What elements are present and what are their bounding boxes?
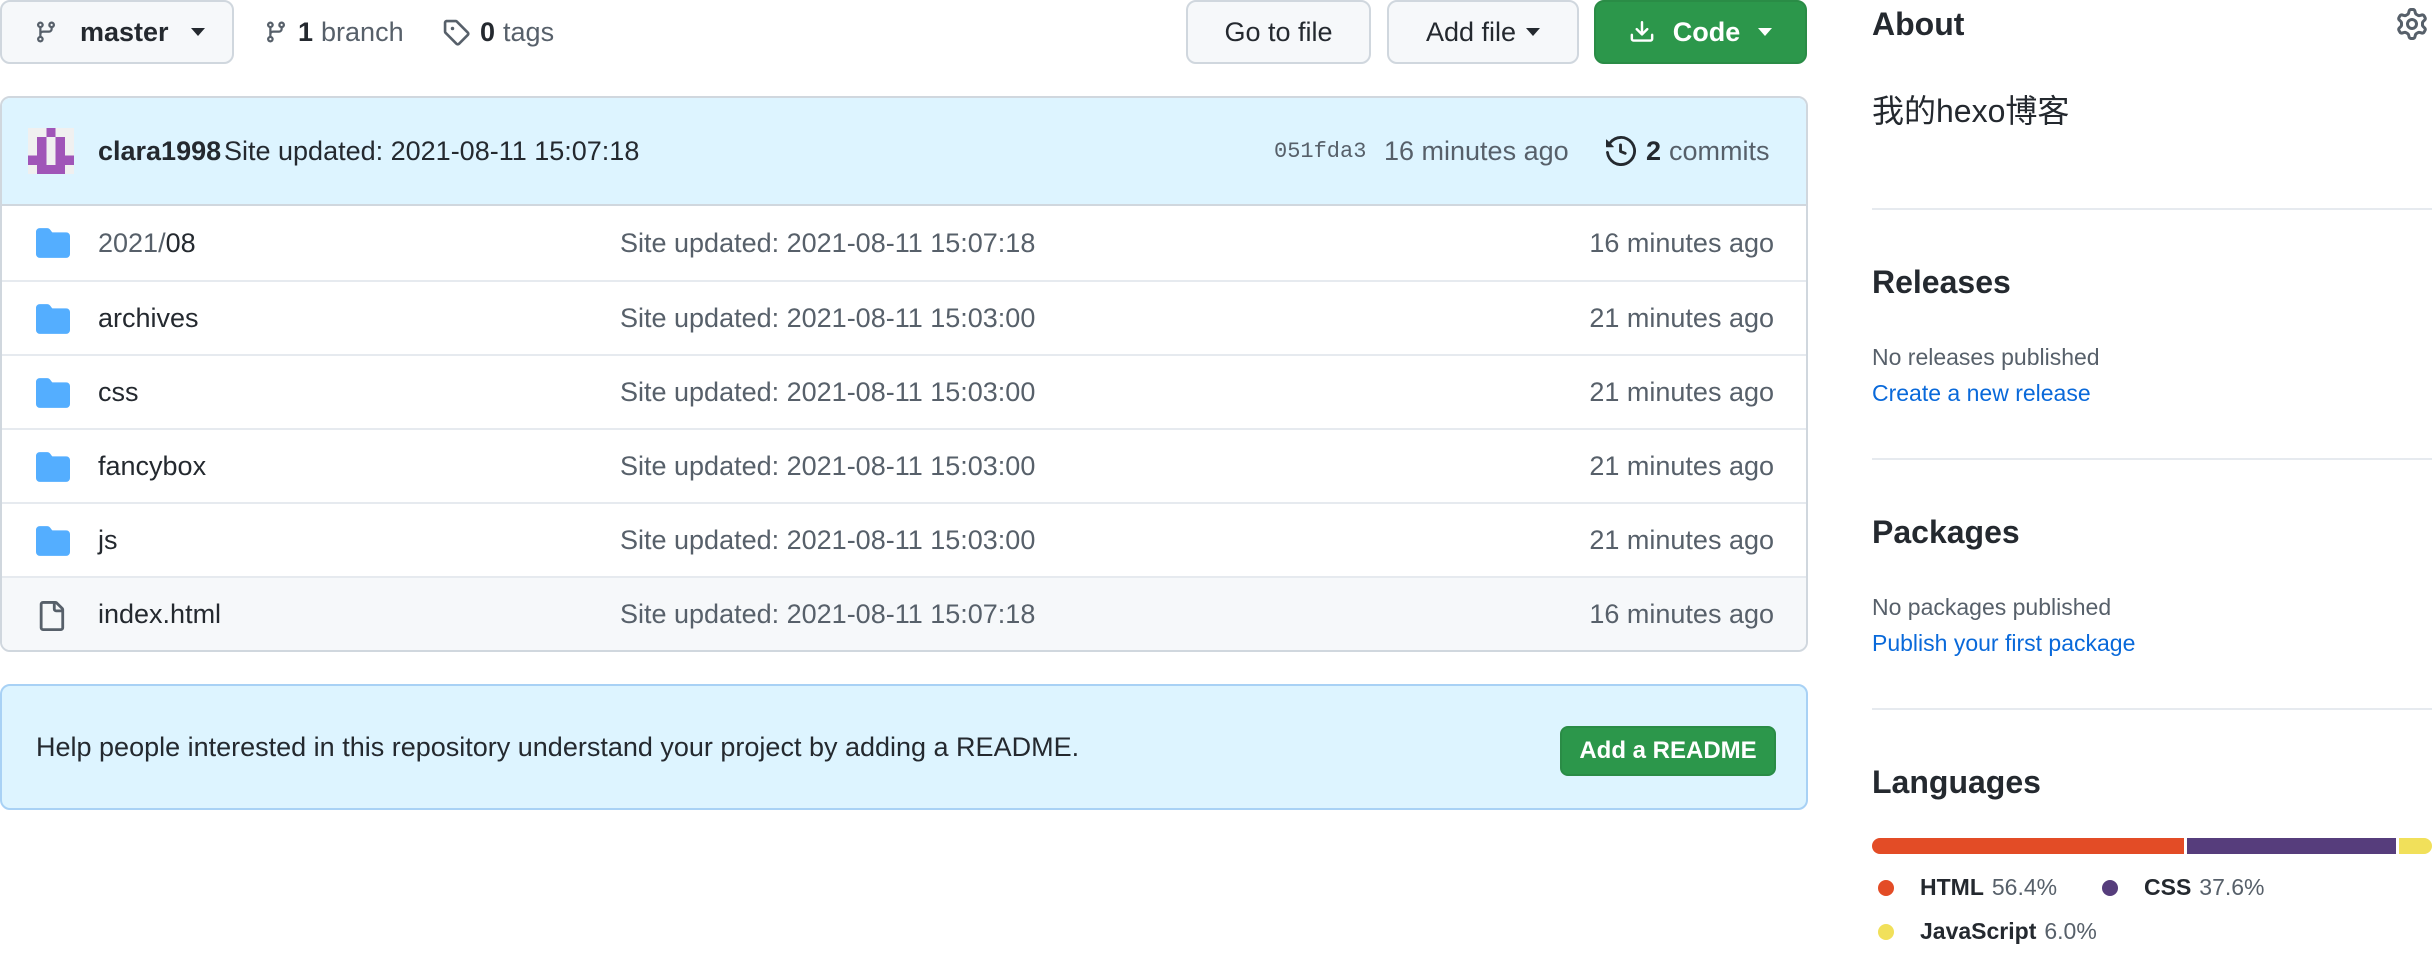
history-icon (1606, 136, 1636, 166)
file-name-prefix: 2021/ (98, 227, 166, 258)
file-row[interactable]: fancybox Site updated: 2021-08-11 15:03:… (2, 428, 1806, 502)
file-row[interactable]: index.html Site updated: 2021-08-11 15:0… (2, 576, 1806, 650)
latest-commit-bar: clara1998 Site updated: 2021-08-11 15:07… (2, 98, 1806, 206)
language-item-html[interactable]: HTML 56.4% (1878, 874, 2057, 901)
file-commit-message-link[interactable]: Site updated: 2021-08-11 15:03:00 (620, 525, 1035, 556)
folder-icon (36, 228, 70, 258)
file-browser: clara1998 Site updated: 2021-08-11 15:07… (0, 96, 1808, 652)
file-age: 16 minutes ago (1589, 598, 1774, 629)
packages-heading[interactable]: Packages (1872, 514, 2020, 551)
language-percent: 37.6% (2199, 874, 2265, 900)
commit-author-link[interactable]: clara1998 (98, 136, 221, 167)
repo-sidebar: About 我的hexo博客 Releases No releases publ… (1872, 0, 2432, 958)
file-commit-message-link[interactable]: Site updated: 2021-08-11 15:03:00 (620, 451, 1035, 482)
download-icon (1629, 19, 1655, 45)
repo-description: 我的hexo博客 (1872, 93, 2070, 129)
file-age: 21 minutes ago (1589, 450, 1774, 481)
commit-time: 16 minutes ago (1384, 135, 1569, 166)
chevron-down-icon (1526, 28, 1541, 36)
about-heading: About (1872, 6, 1965, 42)
branch-count: 1 (298, 16, 314, 47)
language-name: HTML (1920, 874, 1984, 900)
branch-label: branch (321, 16, 404, 47)
language-item-javascript[interactable]: JavaScript 6.0% (1878, 918, 2097, 945)
file-age: 16 minutes ago (1589, 227, 1774, 258)
commits-history-link[interactable]: 2 commits (1606, 136, 1770, 167)
readme-prompt: Help people interested in this repositor… (0, 684, 1808, 810)
add-file-button[interactable]: Add file (1387, 0, 1579, 64)
file-name-link[interactable]: fancybox (98, 451, 206, 482)
git-branch-icon (264, 18, 288, 46)
language-name: JavaScript (1920, 918, 2037, 944)
avatar[interactable] (28, 128, 74, 174)
language-bar-segment[interactable] (2398, 838, 2432, 854)
packages-empty-text: No packages published (1872, 594, 2112, 620)
chevron-down-icon (1758, 28, 1773, 36)
create-release-link[interactable]: Create a new release (1872, 380, 2091, 407)
releases-empty-text: No releases published (1872, 344, 2100, 370)
file-row[interactable]: js Site updated: 2021-08-11 15:03:00 21 … (2, 502, 1806, 576)
language-bar-segment[interactable] (2187, 838, 2396, 854)
file-name-text: 08 (165, 227, 196, 258)
language-color-dot (2102, 879, 2118, 896)
go-to-file-button[interactable]: Go to file (1186, 0, 1371, 64)
language-color-dot (1878, 923, 1894, 940)
code-label: Code (1672, 16, 1741, 47)
tags-link[interactable]: 0 tags (442, 12, 554, 52)
file-commit-message-link[interactable]: Site updated: 2021-08-11 15:07:18 (620, 599, 1035, 630)
language-name: CSS (2144, 874, 2192, 900)
language-item-css[interactable]: CSS 37.6% (2102, 874, 2265, 901)
git-branch-icon (34, 18, 58, 46)
file-icon (36, 600, 66, 632)
file-row[interactable]: archives Site updated: 2021-08-11 15:03:… (2, 280, 1806, 354)
divider (1872, 208, 2432, 210)
language-bar-segment[interactable] (1872, 838, 2185, 854)
file-name-link[interactable]: index.html (98, 599, 221, 630)
add-readme-button[interactable]: Add a README (1560, 726, 1776, 776)
commit-count-label: commits (1669, 135, 1770, 166)
commit-message-link[interactable]: Site updated: 2021-08-11 15:07:18 (224, 136, 639, 167)
divider (1872, 458, 2432, 460)
file-age: 21 minutes ago (1589, 524, 1774, 555)
file-name-link[interactable]: css (98, 377, 139, 408)
commit-sha-link[interactable]: 051fda3 (1274, 139, 1366, 164)
language-percent: 6.0% (2044, 918, 2097, 944)
file-commit-message-link[interactable]: Site updated: 2021-08-11 15:03:00 (620, 377, 1035, 408)
releases-heading[interactable]: Releases (1872, 264, 2011, 301)
file-commit-message-link[interactable]: Site updated: 2021-08-11 15:03:00 (620, 303, 1035, 334)
commit-count: 2 (1646, 135, 1662, 166)
chevron-down-icon (190, 28, 205, 36)
folder-icon (36, 304, 70, 334)
file-row[interactable]: 2021/08 Site updated: 2021-08-11 15:07:1… (2, 206, 1806, 280)
tag-icon (442, 18, 470, 46)
folder-icon (36, 378, 70, 408)
file-name-link[interactable]: 2021/08 (98, 228, 196, 259)
language-percent: 56.4% (1991, 874, 2058, 900)
file-age: 21 minutes ago (1589, 302, 1774, 333)
file-row[interactable]: css Site updated: 2021-08-11 15:03:00 21… (2, 354, 1806, 428)
branch-name: master (80, 16, 169, 47)
divider (1872, 708, 2432, 710)
languages-heading: Languages (1872, 764, 2041, 800)
file-name-link[interactable]: js (98, 525, 118, 556)
branch-select-button[interactable]: master (0, 0, 234, 64)
go-to-file-label: Go to file (1224, 16, 1333, 47)
branches-link[interactable]: 1 branch (264, 12, 404, 52)
publish-package-link[interactable]: Publish your first package (1872, 630, 2135, 657)
code-button[interactable]: Code (1594, 0, 1807, 64)
gear-icon[interactable] (2396, 8, 2428, 40)
file-commit-message-link[interactable]: Site updated: 2021-08-11 15:07:18 (620, 228, 1035, 259)
tag-label: tags (503, 16, 555, 47)
file-name-link[interactable]: archives (98, 303, 199, 334)
file-age: 21 minutes ago (1589, 376, 1774, 407)
language-color-dot (1878, 879, 1894, 896)
tag-count: 0 (480, 16, 496, 47)
readme-prompt-text: Help people interested in this repositor… (36, 731, 1080, 762)
language-bar (1872, 838, 2432, 854)
folder-icon (36, 452, 70, 482)
folder-icon (36, 526, 70, 556)
add-file-label: Add file (1425, 16, 1517, 47)
